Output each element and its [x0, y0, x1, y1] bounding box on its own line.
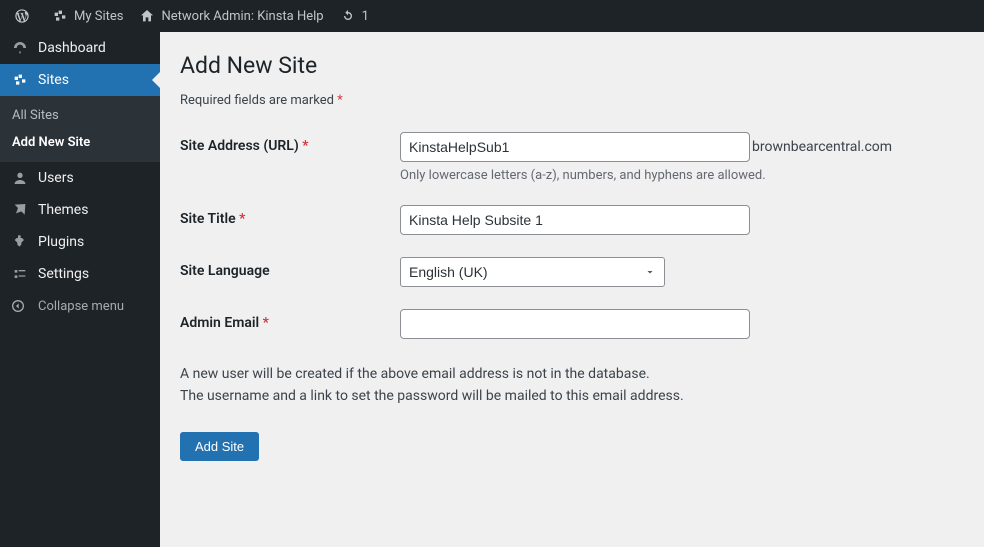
sidebar-subitem-all-sites[interactable]: All Sites — [0, 102, 160, 129]
sidebar-subitem-add-new-site[interactable]: Add New Site — [0, 129, 160, 156]
main-content: Add New Site Required fields are marked … — [160, 32, 984, 547]
required-note-text: Required fields are marked — [180, 93, 334, 108]
required-marker: * — [337, 93, 343, 108]
sidebar-item-label: Users — [38, 170, 74, 186]
label-site-address: Site Address (URL) * — [180, 132, 400, 154]
dashboard-icon — [10, 40, 30, 56]
sidebar-subitem-label: All Sites — [12, 108, 59, 123]
collapse-icon — [10, 298, 30, 314]
sidebar-item-label: Themes — [38, 202, 88, 218]
sidebar-item-dashboard[interactable]: Dashboard — [0, 32, 160, 64]
label-site-title: Site Title * — [180, 205, 400, 227]
home-icon — [139, 8, 155, 24]
label-admin-email: Admin Email * — [180, 309, 400, 331]
sidebar-subitem-label: Add New Site — [12, 135, 90, 150]
themes-icon — [10, 202, 30, 218]
collapse-label: Collapse menu — [38, 299, 124, 314]
field-site-language: English (UK) — [400, 257, 665, 287]
sidebar-item-label: Dashboard — [38, 40, 106, 56]
admin-sidebar: Dashboard Sites All Sites Add New Site U… — [0, 32, 160, 547]
sidebar-item-sites[interactable]: Sites — [0, 64, 160, 96]
field-site-title — [400, 205, 750, 235]
site-language-select[interactable]: English (UK) — [400, 257, 665, 287]
site-address-hint: Only lowercase letters (a-z), numbers, a… — [400, 168, 892, 183]
multisite-icon — [52, 8, 68, 24]
network-admin-link[interactable]: Network Admin: Kinsta Help — [131, 0, 331, 32]
email-info-line1: A new user will be created if the above … — [180, 363, 964, 385]
network-admin-label: Network Admin: Kinsta Help — [161, 9, 323, 24]
updates-link[interactable]: 1 — [332, 0, 377, 32]
required-note: Required fields are marked * — [180, 93, 964, 108]
sidebar-item-label: Plugins — [38, 234, 84, 250]
sidebar-item-users[interactable]: Users — [0, 162, 160, 194]
refresh-icon — [340, 8, 356, 24]
row-site-address: Site Address (URL) * brownbearcentral.co… — [180, 132, 964, 183]
sidebar-item-label: Sites — [38, 72, 69, 88]
plugins-icon — [10, 234, 30, 250]
wordpress-icon — [14, 8, 30, 24]
row-site-title: Site Title * — [180, 205, 964, 235]
row-admin-email: Admin Email * — [180, 309, 964, 339]
page-title: Add New Site — [180, 52, 964, 79]
domain-suffix: brownbearcentral.com — [752, 132, 892, 162]
updates-count: 1 — [362, 9, 369, 24]
site-title-input[interactable] — [400, 205, 750, 235]
sidebar-item-plugins[interactable]: Plugins — [0, 226, 160, 258]
label-site-language: Site Language — [180, 257, 400, 279]
site-address-input[interactable] — [400, 132, 750, 162]
field-site-address: brownbearcentral.com Only lowercase lett… — [400, 132, 892, 183]
sidebar-item-settings[interactable]: Settings — [0, 258, 160, 290]
my-sites-label: My Sites — [74, 9, 123, 24]
multisite-icon — [10, 72, 30, 88]
sidebar-item-label: Settings — [38, 266, 89, 282]
collapse-menu[interactable]: Collapse menu — [0, 290, 160, 322]
email-info: A new user will be created if the above … — [180, 363, 964, 408]
field-admin-email — [400, 309, 750, 339]
wp-logo[interactable] — [6, 0, 44, 32]
email-info-line2: The username and a link to set the passw… — [180, 385, 964, 407]
sidebar-submenu-sites: All Sites Add New Site — [0, 96, 160, 162]
settings-icon — [10, 266, 30, 282]
admin-toolbar: My Sites Network Admin: Kinsta Help 1 — [0, 0, 984, 32]
row-site-language: Site Language English (UK) — [180, 257, 964, 287]
users-icon — [10, 170, 30, 186]
add-site-button[interactable]: Add Site — [180, 432, 259, 461]
admin-email-input[interactable] — [400, 309, 750, 339]
my-sites-link[interactable]: My Sites — [44, 0, 131, 32]
sidebar-item-themes[interactable]: Themes — [0, 194, 160, 226]
